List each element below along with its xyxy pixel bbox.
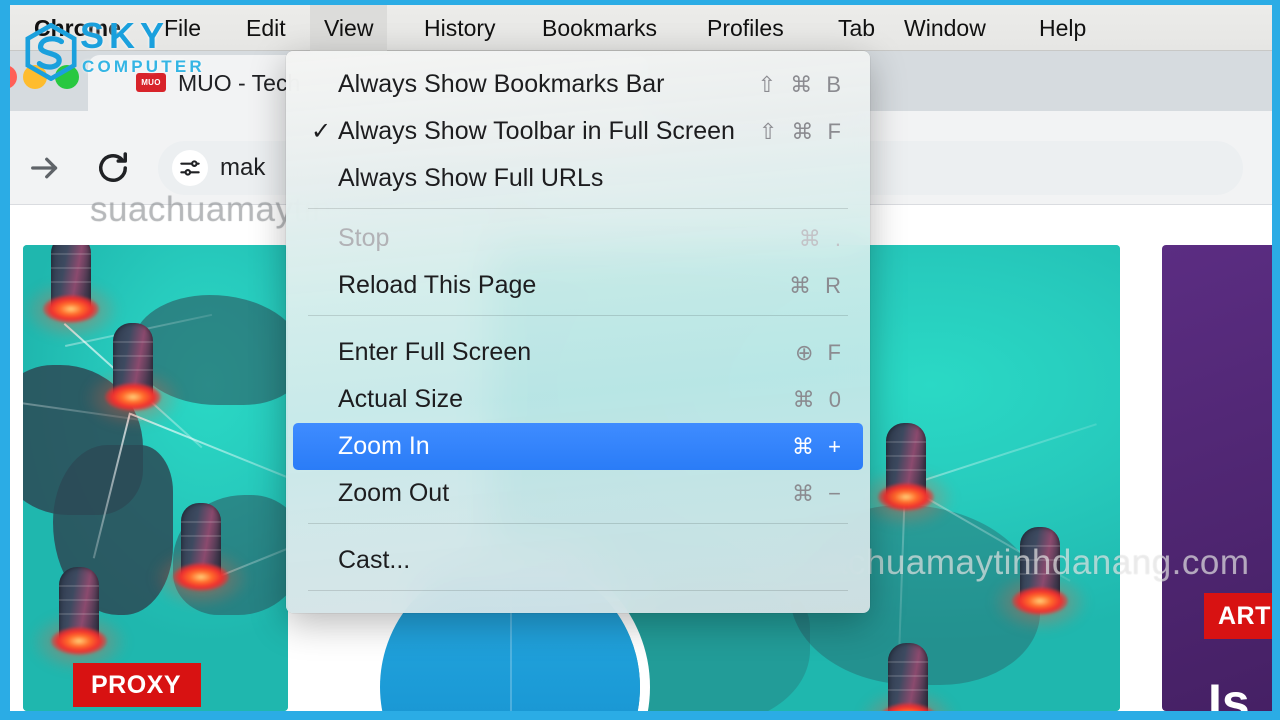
menu-separator: [308, 523, 848, 524]
menu-item-label: Enter Full Screen: [338, 338, 532, 366]
menu-item-shortcut: ⌘ +: [792, 433, 845, 459]
menubar-item-chrome[interactable]: Chrome: [20, 5, 135, 51]
menu-item-stop: Stop ⌘ .: [293, 215, 863, 262]
menu-item-shortcut: ⌘ 0: [792, 386, 845, 412]
menu-separator: [308, 315, 848, 316]
menubar-item-profiles[interactable]: Profiles: [693, 5, 798, 51]
forward-arrow-icon[interactable]: [24, 147, 66, 189]
world-map-graphic: PROXY: [23, 245, 288, 711]
menu-item-developer[interactable]: Developer ›: [293, 604, 863, 613]
chevron-right-icon: ›: [832, 612, 841, 613]
menubar-item-file[interactable]: File: [150, 5, 215, 51]
menu-item-shortcut: ⌘ .: [798, 225, 845, 251]
article-card-purple[interactable]: ARTI Is: [1162, 245, 1272, 711]
menu-item-shortcut: ⊕ F: [795, 339, 845, 365]
mac-menu-bar: Chrome File Edit View History Bookmarks …: [10, 5, 1272, 51]
menu-item-actual-size[interactable]: Actual Size ⌘ 0: [293, 376, 863, 423]
menubar-item-window[interactable]: Window: [890, 5, 1000, 51]
menu-item-label: Always Show Bookmarks Bar: [338, 70, 665, 98]
menubar-item-bookmarks[interactable]: Bookmarks: [528, 5, 671, 51]
menu-item-reload-this-page[interactable]: Reload This Page ⌘ R: [293, 262, 863, 309]
menubar-item-help[interactable]: Help: [1025, 5, 1100, 51]
menu-item-always-show-toolbar-in-full-screen[interactable]: ✓ Always Show Toolbar in Full Screen ⇧ ⌘…: [293, 108, 863, 155]
menu-item-zoom-out[interactable]: Zoom Out ⌘ −: [293, 470, 863, 517]
menu-separator: [308, 590, 848, 591]
menubar-item-view[interactable]: View: [310, 5, 388, 51]
menu-item-label: Actual Size: [338, 385, 464, 413]
reload-icon[interactable]: [92, 147, 134, 189]
video-frame: Chrome File Edit View History Bookmarks …: [0, 0, 1280, 720]
menu-item-shortcut: ⇧ ⌘ F: [758, 118, 845, 144]
url-text: mak: [220, 154, 266, 181]
site-settings-tune-icon[interactable]: [172, 150, 208, 186]
menu-item-label: Always Show Toolbar in Full Screen: [338, 117, 735, 145]
menu-item-zoom-in[interactable]: Zoom In ⌘ +: [293, 423, 863, 470]
article-card-proxy[interactable]: PROXY: [23, 245, 288, 711]
favicon-label: MUO: [141, 78, 161, 87]
menu-item-always-show-bookmarks-bar[interactable]: Always Show Bookmarks Bar ⇧ ⌘ B: [293, 61, 863, 108]
close-button[interactable]: [10, 65, 17, 89]
minimize-button[interactable]: [23, 65, 47, 89]
menu-separator: [308, 208, 848, 209]
menu-item-shortcut: ⌘ R: [789, 272, 845, 298]
menubar-item-tab[interactable]: Tab: [824, 5, 889, 51]
browser-window: Chrome File Edit View History Bookmarks …: [10, 5, 1272, 711]
menu-item-label: Zoom Out: [338, 479, 450, 507]
tab-favicon-icon: MUO: [136, 73, 166, 92]
menubar-item-history[interactable]: History: [410, 5, 510, 51]
menu-item-label: Stop: [338, 224, 390, 252]
menu-item-label: Cast...: [338, 546, 411, 574]
menu-item-label: Always Show Full URLs: [338, 164, 604, 192]
menu-item-label: Reload This Page: [338, 271, 537, 299]
view-dropdown-menu: Always Show Bookmarks Bar ⇧ ⌘ B ✓ Always…: [286, 51, 870, 613]
article-badge: ARTI: [1204, 593, 1272, 639]
menu-item-shortcut: ⇧ ⌘ B: [757, 71, 845, 97]
maximize-button[interactable]: [55, 65, 79, 89]
menu-item-always-show-full-urls[interactable]: Always Show Full URLs: [293, 155, 863, 202]
article-heading: Is: [1208, 674, 1250, 711]
menu-item-shortcut: ⌘ −: [792, 480, 845, 506]
menu-item-enter-full-screen[interactable]: Enter Full Screen ⊕ F: [293, 329, 863, 376]
menubar-item-edit[interactable]: Edit: [232, 5, 300, 51]
proxy-badge: PROXY: [73, 663, 201, 707]
checkmark-icon: ✓: [311, 117, 332, 145]
menu-item-label: Zoom In: [338, 432, 430, 460]
menu-item-cast[interactable]: Cast...: [293, 537, 863, 584]
